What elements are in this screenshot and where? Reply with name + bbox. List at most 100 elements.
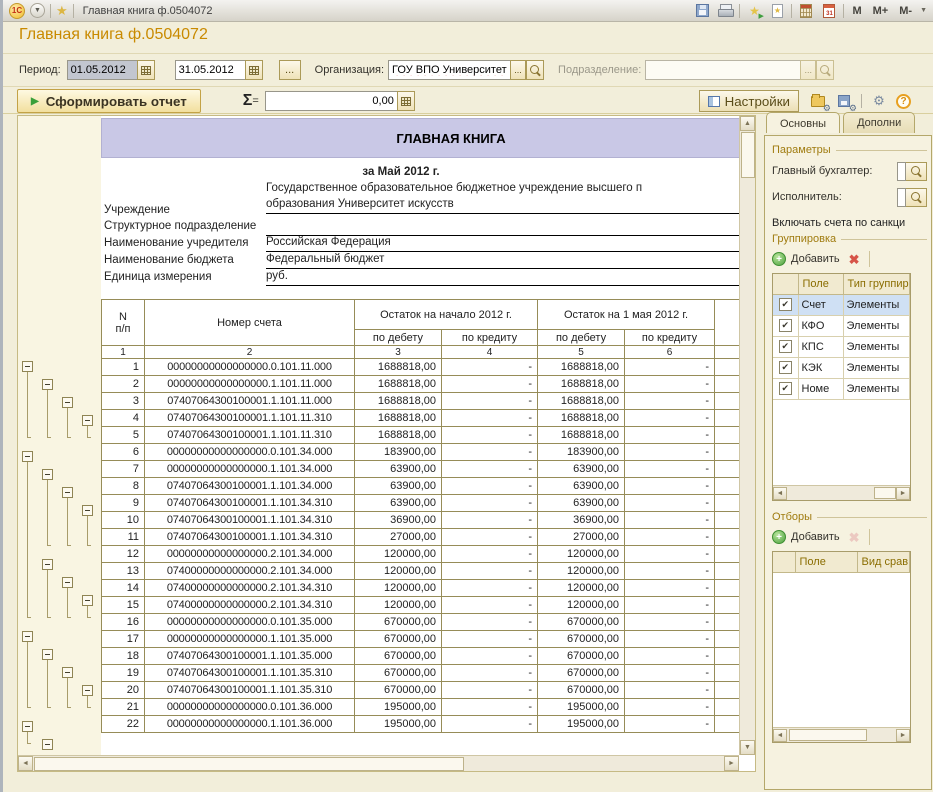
grouping-row[interactable]: ✔ КФОЭлементы	[773, 315, 910, 336]
filters-add-button[interactable]: + Добавить	[772, 530, 840, 544]
executor-search-button[interactable]	[906, 188, 927, 207]
period-to-calendar-button[interactable]	[245, 60, 263, 80]
table-row[interactable]: 1200000000000000000.2.101.34.000120000,0…	[102, 546, 740, 563]
load-settings-button[interactable]: ⚙	[809, 93, 827, 110]
favorites-icon[interactable]: ★	[56, 4, 68, 17]
checkbox[interactable]: ✔	[779, 340, 792, 353]
report-vertical-scrollbar[interactable]: ▲ ▼	[739, 116, 755, 755]
memory-m-button[interactable]: М	[849, 5, 864, 17]
table-row[interactable]: 1407400000000000000.2.101.34.310120000,0…	[102, 580, 740, 597]
grouping-field-cell[interactable]: КПС	[798, 336, 843, 357]
scroll-left-icon[interactable]: ◄	[773, 729, 787, 742]
grouping-delete-button[interactable]: ✖	[849, 253, 860, 266]
period-choose-button[interactable]: ...	[279, 60, 301, 80]
grouping-type-cell[interactable]: Элементы	[843, 315, 910, 336]
grouping-field-cell[interactable]: КФО	[798, 315, 843, 336]
table-row[interactable]: 200000000000000000.1.101.11.0001688818,0…	[102, 376, 740, 393]
grouping-row[interactable]: ✔ КЭКЭлементы	[773, 357, 910, 378]
scroll-down-icon[interactable]: ▼	[740, 740, 755, 755]
scrollbar-thumb[interactable]	[741, 132, 755, 178]
group-collapse-toggle[interactable]	[22, 451, 33, 462]
help-button[interactable]: ?	[896, 94, 911, 109]
report-settings-button[interactable]: ⚙	[870, 93, 888, 110]
chief-accountant-search-button[interactable]	[906, 162, 927, 181]
department-search-button[interactable]	[816, 60, 834, 80]
table-row[interactable]: 1107407064300100001.1.101.34.31027000,00…	[102, 529, 740, 546]
group-collapse-toggle[interactable]	[82, 685, 93, 696]
include-accounts-label[interactable]: Включать счета по санкци	[772, 217, 927, 229]
group-collapse-toggle[interactable]	[42, 649, 53, 660]
table-row[interactable]: 407407064300100001.1.101.11.3101688818,0…	[102, 410, 740, 427]
report-horizontal-scrollbar[interactable]: ◄ ►	[18, 755, 739, 771]
grouping-field-cell[interactable]: Номе	[798, 378, 843, 399]
tab-additional[interactable]: Дополни	[843, 112, 915, 133]
group-collapse-toggle[interactable]	[42, 379, 53, 390]
scrollbar-thumb[interactable]	[789, 729, 867, 741]
table-row[interactable]: 1007407064300100001.1.101.34.31036900,00…	[102, 512, 740, 529]
executor-input[interactable]	[897, 188, 906, 207]
table-row[interactable]: 600000000000000000.0.101.34.000183900,00…	[102, 444, 740, 461]
sum-input[interactable]	[265, 91, 397, 111]
group-collapse-toggle[interactable]	[62, 487, 73, 498]
grouping-add-button[interactable]: + Добавить	[772, 252, 840, 266]
grouping-row[interactable]: ✔ НомеЭлементы	[773, 378, 910, 399]
period-from-calendar-button[interactable]	[137, 60, 155, 80]
group-collapse-toggle[interactable]	[42, 739, 53, 750]
memory-m-plus-button[interactable]: М+	[870, 5, 892, 17]
table-row[interactable]: 507407064300100001.1.101.11.3101688818,0…	[102, 427, 740, 444]
department-choose-button[interactable]: ...	[800, 60, 816, 80]
group-collapse-toggle[interactable]	[62, 397, 73, 408]
favorites-page-button[interactable]: ★	[768, 2, 786, 19]
checkbox[interactable]: ✔	[779, 382, 792, 395]
service-menu-button[interactable]: ▼	[30, 3, 45, 18]
grouping-field-cell[interactable]: Счет	[798, 294, 843, 315]
scrollbar-thumb[interactable]	[34, 757, 464, 771]
save-button[interactable]	[693, 2, 711, 19]
grouping-field-cell[interactable]: КЭК	[798, 357, 843, 378]
table-row[interactable]: 2200000000000000000.1.101.36.000195000,0…	[102, 716, 740, 733]
toolbar-overflow-icon[interactable]: ▼	[920, 7, 927, 14]
generate-report-button[interactable]: ▶ Сформировать отчет	[17, 89, 201, 113]
group-collapse-toggle[interactable]	[82, 505, 93, 516]
group-collapse-toggle[interactable]	[62, 667, 73, 678]
table-row[interactable]: 1700000000000000000.1.101.35.000670000,0…	[102, 631, 740, 648]
grouping-row[interactable]: ✔ СчетЭлементы	[773, 294, 910, 315]
department-input[interactable]	[645, 60, 800, 80]
memory-m-minus-button[interactable]: М-	[896, 5, 915, 17]
calculator-button[interactable]	[797, 2, 815, 19]
checkbox[interactable]: ✔	[779, 361, 792, 374]
scroll-right-icon[interactable]: ►	[724, 756, 739, 771]
add-favorite-button[interactable]: ★▶	[745, 2, 763, 19]
group-collapse-toggle[interactable]	[42, 469, 53, 480]
scrollbar-thumb[interactable]	[874, 487, 896, 499]
grouping-horizontal-scrollbar[interactable]: ◄ ►	[773, 485, 910, 500]
table-row[interactable]: 1807407064300100001.1.101.35.000670000,0…	[102, 648, 740, 665]
checkbox[interactable]: ✔	[779, 319, 792, 332]
tab-main[interactable]: Основны	[766, 112, 840, 133]
table-row[interactable]: 307407064300100001.1.101.11.0001688818,0…	[102, 393, 740, 410]
period-from-input[interactable]	[67, 60, 137, 80]
grouping-type-cell[interactable]: Элементы	[843, 357, 910, 378]
grouping-row[interactable]: ✔КПСЭлементы	[773, 336, 910, 357]
table-row[interactable]: 2100000000000000000.0.101.36.000195000,0…	[102, 699, 740, 716]
table-row[interactable]: 1307400000000000000.2.101.34.000120000,0…	[102, 563, 740, 580]
filters-delete-button[interactable]: ✖	[849, 531, 860, 544]
scroll-right-icon[interactable]: ►	[896, 729, 910, 742]
table-row[interactable]: 1907407064300100001.1.101.35.310670000,0…	[102, 665, 740, 682]
group-collapse-toggle[interactable]	[82, 415, 93, 426]
table-row[interactable]: 700000000000000000.1.101.34.00063900,00-…	[102, 461, 740, 478]
table-row[interactable]: 100000000000000000.0.101.11.0001688818,0…	[102, 359, 740, 376]
group-collapse-toggle[interactable]	[42, 559, 53, 570]
grouping-type-cell[interactable]: Элементы	[843, 378, 910, 399]
checkbox[interactable]: ✔	[779, 298, 792, 311]
table-row[interactable]: 807407064300100001.1.101.34.00063900,00-…	[102, 478, 740, 495]
sum-calculator-button[interactable]	[397, 91, 415, 111]
table-row[interactable]: 1600000000000000000.0.101.35.000670000,0…	[102, 614, 740, 631]
table-row[interactable]: 1507400000000000000.2.101.34.310120000,0…	[102, 597, 740, 614]
group-collapse-toggle[interactable]	[22, 631, 33, 642]
grouping-type-cell[interactable]: Элементы	[843, 294, 910, 315]
settings-button[interactable]: Настройки	[699, 90, 799, 112]
organization-search-button[interactable]	[526, 60, 544, 80]
print-button[interactable]	[716, 2, 734, 19]
table-row[interactable]: 2007407064300100001.1.101.35.310670000,0…	[102, 682, 740, 699]
